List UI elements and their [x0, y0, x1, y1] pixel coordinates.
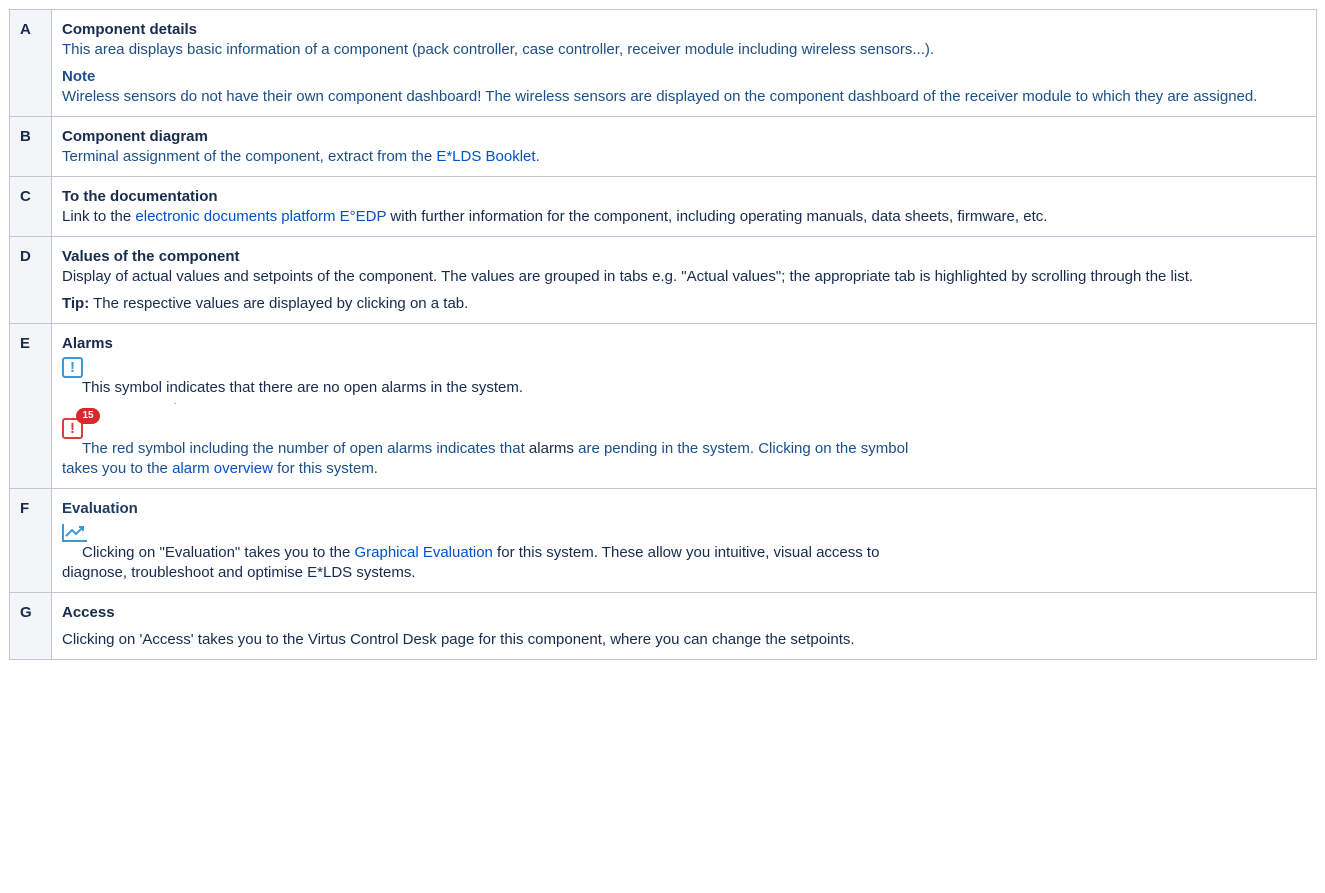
row-key: F: [9, 488, 52, 593]
table-row: C To the documentation Link to the elect…: [9, 176, 1317, 237]
reference-table: A Component details This area displays b…: [9, 9, 1317, 660]
row-key: G: [9, 592, 52, 660]
row-text-after: with further information for the compone…: [386, 208, 1048, 225]
table-row: G Access Clicking on 'Access' takes you …: [9, 592, 1317, 660]
table-row: F Evaluation Clicking on "Evaluation" ta…: [9, 488, 1317, 593]
tip-text: The respective values are displayed by c…: [89, 295, 469, 312]
alarm-overview-link[interactable]: alarm overview: [172, 460, 273, 477]
red-text-a: The red symbol including the number of o…: [82, 440, 529, 457]
row-text: Clicking on 'Access' takes you to the Vi…: [62, 631, 855, 648]
table-row: A Component details This area displays b…: [9, 9, 1317, 117]
row-text-after: for this system. These allow you intuiti…: [492, 544, 880, 561]
row-description: Access Clicking on 'Access' takes you to…: [51, 592, 1317, 660]
tip-label: Tip:: [62, 295, 90, 312]
row-title: To the documentation: [62, 188, 218, 205]
table-row: E Alarms ! This symbol indicates that th…: [9, 323, 1317, 489]
alarm-icon: !: [62, 357, 83, 378]
row-description: Values of the component Display of actua…: [51, 236, 1317, 324]
no-alarm-row: !: [62, 354, 1306, 378]
row-key: B: [9, 116, 52, 177]
row-text-before: Terminal assignment of the component, ex…: [62, 148, 437, 165]
tip: Tip: The respective values are displayed…: [62, 294, 1306, 314]
row-title: Evaluation: [62, 500, 138, 517]
alarm-count-badge: 15: [76, 408, 100, 424]
note-text: Wireless sensors do not have their own c…: [62, 88, 1258, 105]
row-key: E: [9, 323, 52, 489]
row-key: D: [9, 236, 52, 324]
row-title: Alarms: [62, 335, 113, 352]
row-text-before: Clicking on "Evaluation" takes you to th…: [82, 544, 355, 561]
alarm-pending-symbol: !: [70, 420, 75, 437]
row-description: Component diagram Terminal assignment of…: [51, 116, 1317, 177]
row-key: C: [9, 176, 52, 237]
red-text-b: alarms: [528, 440, 574, 457]
red-alarm-text: The red symbol including the number of o…: [62, 439, 1306, 459]
row-description: To the documentation Link to the electro…: [51, 176, 1317, 237]
no-alarm-text: This symbol indicates that there are no …: [82, 379, 524, 396]
row-title: Access: [62, 604, 115, 621]
table-row: B Component diagram Terminal assignment …: [9, 116, 1317, 177]
red-text-c: are pending in the system. Clicking on t…: [573, 440, 909, 457]
row-text-before: Link to the: [62, 208, 136, 225]
row-text: Terminal assignment of the component, ex…: [62, 147, 1306, 167]
row-title: Component details: [62, 21, 198, 38]
row-description: Evaluation Clicking on "Evaluation" take…: [51, 488, 1317, 593]
row-text: Link to the electronic documents platfor…: [62, 207, 1306, 227]
row-description: Component details This area displays bas…: [51, 9, 1317, 117]
row-text-after: .: [535, 148, 540, 165]
row-key: A: [9, 9, 52, 117]
row-text: Clicking on "Evaluation" takes you to th…: [62, 543, 1306, 563]
red-text-d: takes you to the: [62, 460, 173, 477]
elds-booklet-link[interactable]: E*LDS Booklet: [436, 148, 535, 165]
red-alarm-text-2: takes you to the alarm overview for this…: [62, 459, 1306, 479]
row-text-line2: diagnose, troubleshoot and optimise E*LD…: [62, 564, 416, 581]
row-title: Component diagram: [62, 128, 208, 145]
row-title: Values of the component: [62, 248, 240, 265]
note-title: Note: [62, 68, 96, 85]
red-alarm-row: ! 15: [62, 406, 1306, 439]
table-row: D Values of the component Display of act…: [9, 236, 1317, 324]
row-description: Alarms ! This symbol indicates that ther…: [51, 323, 1317, 489]
row-text: This area displays basic information of …: [62, 41, 935, 58]
row-text: Display of actual values and setpoints o…: [62, 268, 1194, 285]
stray-dot: .: [174, 397, 177, 406]
graphical-evaluation-link[interactable]: Graphical Evaluation: [354, 544, 492, 561]
alarm-pending-icon[interactable]: ! 15: [62, 408, 100, 439]
edp-platform-link[interactable]: electronic documents platform E°EDP: [135, 208, 386, 225]
red-text-e: for this system.: [272, 460, 378, 477]
